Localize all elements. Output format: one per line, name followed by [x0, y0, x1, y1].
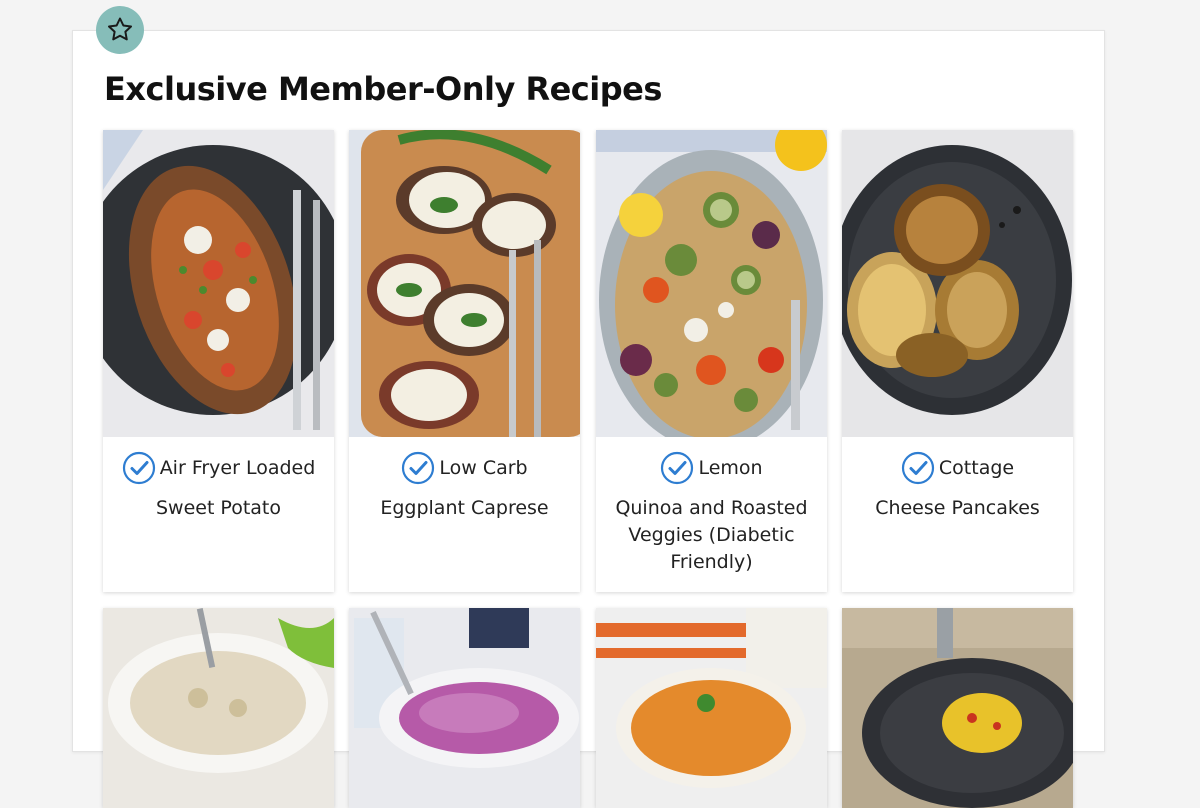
star-badge: [96, 6, 144, 54]
recipe-title[interactable]: Cottage Cheese Pancakes: [842, 437, 1073, 522]
recipe-title-rest: Eggplant Caprese: [380, 497, 549, 519]
check-circle-icon: [401, 451, 435, 485]
recipe-title[interactable]: Lemon Quinoa and Roasted Veggies (Diabet…: [596, 437, 827, 576]
recipe-title-rest: Sweet Potato: [155, 497, 282, 519]
recipe-photo[interactable]: [842, 608, 1073, 808]
recipe-title-line1: Low Carb: [439, 456, 528, 479]
recipe-title-rest: Quinoa and Roasted Veggies (Diabetic Fri…: [615, 497, 808, 573]
check-circle-icon: [660, 451, 694, 485]
recipe-title-rest: Cheese Pancakes: [875, 497, 1040, 519]
recipe-title-line1: Air Fryer Loaded: [159, 456, 316, 479]
recipe-photo[interactable]: [349, 608, 580, 808]
recipe-photo[interactable]: [103, 608, 334, 808]
recipe-card-cottage-pancakes[interactable]: Cottage Cheese Pancakes: [842, 130, 1073, 592]
recipe-photo[interactable]: [596, 130, 827, 437]
recipe-card-lemon-quinoa[interactable]: Lemon Quinoa and Roasted Veggies (Diabet…: [596, 130, 827, 592]
recipe-title-line1: Cottage: [938, 456, 1015, 479]
recipe-photo[interactable]: [103, 130, 334, 437]
check-circle-icon: [901, 451, 935, 485]
recipe-card-row2-1[interactable]: [103, 608, 334, 808]
recipe-card-row2-2[interactable]: [349, 608, 580, 808]
recipe-card-row2-3[interactable]: [596, 608, 827, 808]
recipe-title[interactable]: Low Carb Eggplant Caprese: [349, 437, 580, 522]
recipe-title[interactable]: Air Fryer Loaded Sweet Potato: [103, 437, 334, 522]
section-title: Exclusive Member-Only Recipes: [104, 70, 662, 108]
recipe-photo[interactable]: [349, 130, 580, 437]
recipe-photo[interactable]: [596, 608, 827, 808]
recipe-card-row2-4[interactable]: [842, 608, 1073, 808]
recipe-photo[interactable]: [842, 130, 1073, 437]
recipe-title-line1: Lemon: [698, 456, 763, 479]
recipe-card-eggplant-caprese[interactable]: Low Carb Eggplant Caprese: [349, 130, 580, 592]
recipe-card-sweet-potato[interactable]: Air Fryer Loaded Sweet Potato: [103, 130, 334, 592]
check-circle-icon: [122, 451, 156, 485]
star-icon: [108, 17, 132, 41]
